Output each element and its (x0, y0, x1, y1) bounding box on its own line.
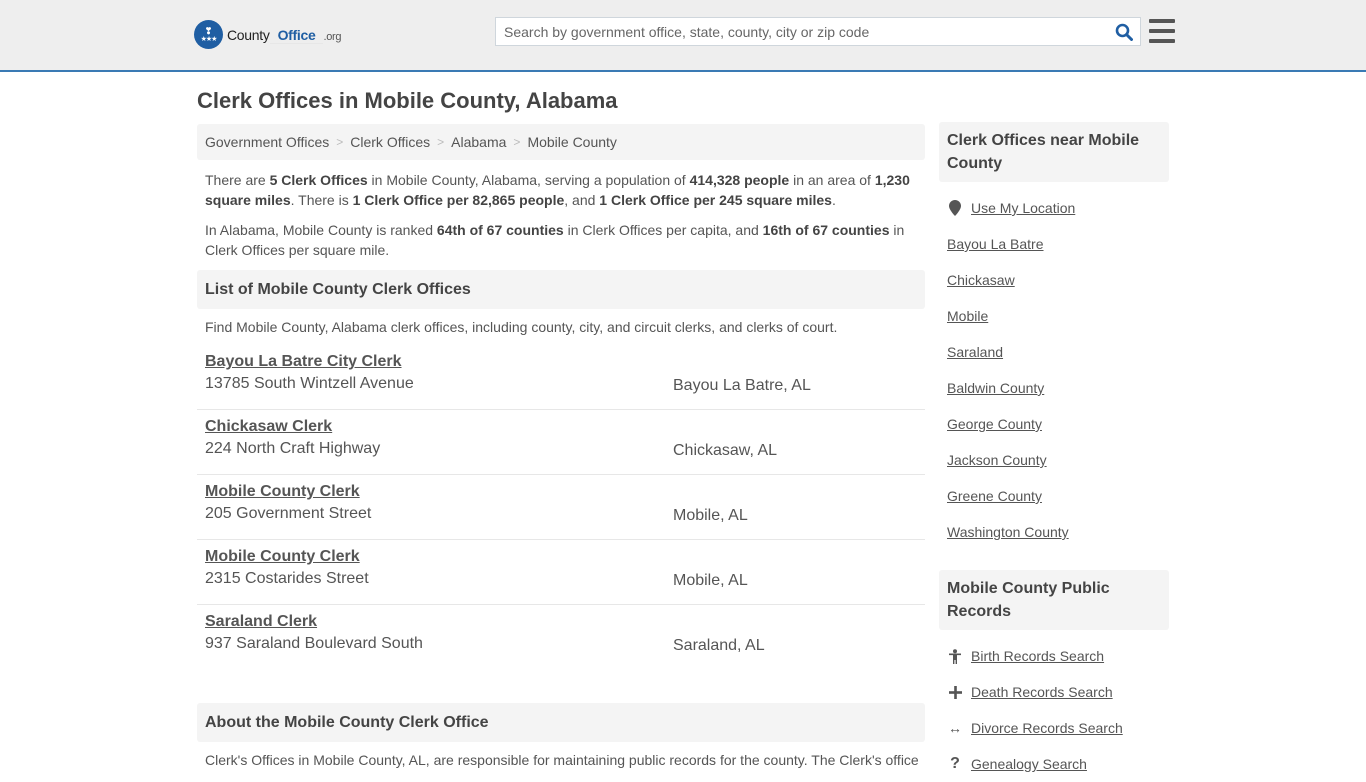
hamburger-menu-button[interactable] (1149, 19, 1175, 43)
nearby-link-george-county[interactable]: George County (947, 416, 1042, 432)
records-item: ? Genealogy Search (939, 746, 1169, 782)
genealogy-search-link[interactable]: Genealogy Search (971, 756, 1087, 772)
records-item: ↔ Divorce Records Search (939, 710, 1169, 746)
office-city: Chickasaw, AL (673, 442, 778, 459)
sidebar: Clerk Offices near Mobile County Use My … (939, 122, 1169, 782)
site-header: ❣ ★★★ County Office .org (0, 0, 1366, 72)
list-description: Find Mobile County, Alabama clerk office… (205, 319, 838, 335)
office-item: Bayou La Batre City Clerk 13785 South Wi… (197, 345, 925, 410)
office-address: 937 Saraland Boulevard South (205, 635, 423, 652)
use-my-location-link[interactable]: Use My Location (971, 200, 1075, 216)
menu-bar-icon (1149, 39, 1175, 43)
use-my-location-item: Use My Location (939, 190, 1169, 226)
nearby-item: Chickasaw (939, 262, 1169, 298)
public-records-heading: Mobile County Public Records (939, 570, 1169, 630)
plus-icon (947, 685, 963, 699)
death-records-link[interactable]: Death Records Search (971, 684, 1113, 700)
page-title: Clerk Offices in Mobile County, Alabama (197, 88, 618, 113)
nearby-list: Use My Location Bayou La Batre Chickasaw… (939, 182, 1169, 550)
office-address: 205 Government Street (205, 505, 372, 522)
child-icon (947, 648, 963, 664)
nearby-item: Mobile (939, 298, 1169, 334)
eagle-logo-icon: ❣ ★★★ (194, 20, 223, 49)
nearby-heading: Clerk Offices near Mobile County (939, 122, 1169, 182)
per-capita: 1 Clerk Office per 82,865 people (352, 192, 565, 208)
records-item: Birth Records Search (939, 638, 1169, 674)
logo-office: Office (269, 18, 324, 44)
logo-text: County Office .org (227, 18, 342, 44)
about-heading: About the Mobile County Clerk Office (197, 703, 925, 742)
nearby-item: Bayou La Batre (939, 226, 1169, 262)
office-address: 2315 Costarides Street (205, 570, 369, 587)
nearby-item: Washington County (939, 514, 1169, 550)
office-item: Chickasaw Clerk 224 North Craft Highway … (197, 410, 925, 475)
office-city: Saraland, AL (673, 637, 765, 654)
site-logo[interactable]: ❣ ★★★ County Office .org (194, 18, 342, 49)
nearby-link-greene-county[interactable]: Greene County (947, 488, 1042, 504)
office-city: Bayou La Batre, AL (673, 377, 811, 394)
breadcrumb-mobile-county: Mobile County (527, 134, 617, 150)
office-item: Saraland Clerk 937 Saraland Boulevard So… (197, 605, 925, 670)
per-area: 1 Clerk Office per 245 square miles (599, 192, 832, 208)
office-city: Mobile, AL (673, 572, 748, 589)
records-item: Death Records Search (939, 674, 1169, 710)
office-address: 224 North Craft Highway (205, 440, 381, 457)
breadcrumb-alabama[interactable]: Alabama (451, 134, 506, 150)
nearby-link-jackson-county[interactable]: Jackson County (947, 452, 1047, 468)
breadcrumb-separator: > (336, 135, 344, 149)
rank-per-area: 16th of 67 counties (762, 222, 890, 238)
office-name-link[interactable]: Mobile County Clerk (205, 483, 360, 501)
birth-records-link[interactable]: Birth Records Search (971, 648, 1104, 664)
office-name-link[interactable]: Chickasaw Clerk (205, 418, 332, 436)
office-item: Mobile County Clerk 205 Government Stree… (197, 475, 925, 540)
intro-paragraph-rank: In Alabama, Mobile County is ranked 64th… (205, 222, 905, 258)
population: 414,328 people (689, 172, 790, 188)
office-name-link[interactable]: Mobile County Clerk (205, 548, 360, 566)
public-records-list: Birth Records Search Death Records Searc… (939, 630, 1169, 782)
menu-bar-icon (1149, 29, 1175, 33)
nearby-link-baldwin-county[interactable]: Baldwin County (947, 380, 1044, 396)
arrows-horizontal-icon: ↔ (948, 720, 962, 736)
search-icon (1115, 23, 1133, 41)
logo-county: County (227, 26, 270, 43)
breadcrumb-government-offices[interactable]: Government Offices (205, 134, 329, 150)
rank-per-capita: 64th of 67 counties (436, 222, 564, 238)
map-marker-icon (947, 200, 963, 216)
nearby-link-mobile[interactable]: Mobile (947, 308, 988, 324)
list-heading: List of Mobile County Clerk Offices (197, 270, 925, 309)
office-name-link[interactable]: Saraland Clerk (205, 613, 317, 631)
main-content: Government Offices > Clerk Offices > Ala… (197, 124, 925, 778)
breadcrumb-clerk-offices[interactable]: Clerk Offices (350, 134, 430, 150)
office-city: Mobile, AL (673, 507, 748, 524)
intro-text: There are 5 Clerk Offices in Mobile Coun… (197, 160, 925, 260)
office-item: Mobile County Clerk 2315 Costarides Stre… (197, 540, 925, 605)
breadcrumb-separator: > (513, 135, 521, 149)
nearby-link-bayou-la-batre[interactable]: Bayou La Batre (947, 236, 1044, 252)
nearby-item: George County (939, 406, 1169, 442)
nearby-link-saraland[interactable]: Saraland (947, 344, 1003, 360)
nearby-item: Saraland (939, 334, 1169, 370)
breadcrumb-separator: > (437, 135, 445, 149)
menu-bar-icon (1149, 19, 1175, 23)
intro-paragraph-stats: There are 5 Clerk Offices in Mobile Coun… (205, 172, 910, 208)
nearby-item: Jackson County (939, 442, 1169, 478)
nearby-link-washington-county[interactable]: Washington County (947, 524, 1069, 540)
nearby-link-chickasaw[interactable]: Chickasaw (947, 272, 1015, 288)
search-input[interactable] (496, 18, 1108, 45)
office-list: Bayou La Batre City Clerk 13785 South Wi… (197, 345, 925, 670)
nearby-item: Baldwin County (939, 370, 1169, 406)
nearby-item: Greene County (939, 478, 1169, 514)
logo-org: .org (323, 30, 342, 43)
about-text: Clerk's Offices in Mobile County, AL, ar… (205, 752, 919, 768)
search-button[interactable] (1108, 18, 1140, 45)
office-count: 5 Clerk Offices (269, 172, 368, 188)
question-icon: ? (950, 755, 960, 772)
breadcrumb: Government Offices > Clerk Offices > Ala… (197, 124, 925, 160)
divorce-records-link[interactable]: Divorce Records Search (971, 720, 1123, 736)
office-name-link[interactable]: Bayou La Batre City Clerk (205, 353, 402, 371)
search-bar (495, 17, 1141, 46)
